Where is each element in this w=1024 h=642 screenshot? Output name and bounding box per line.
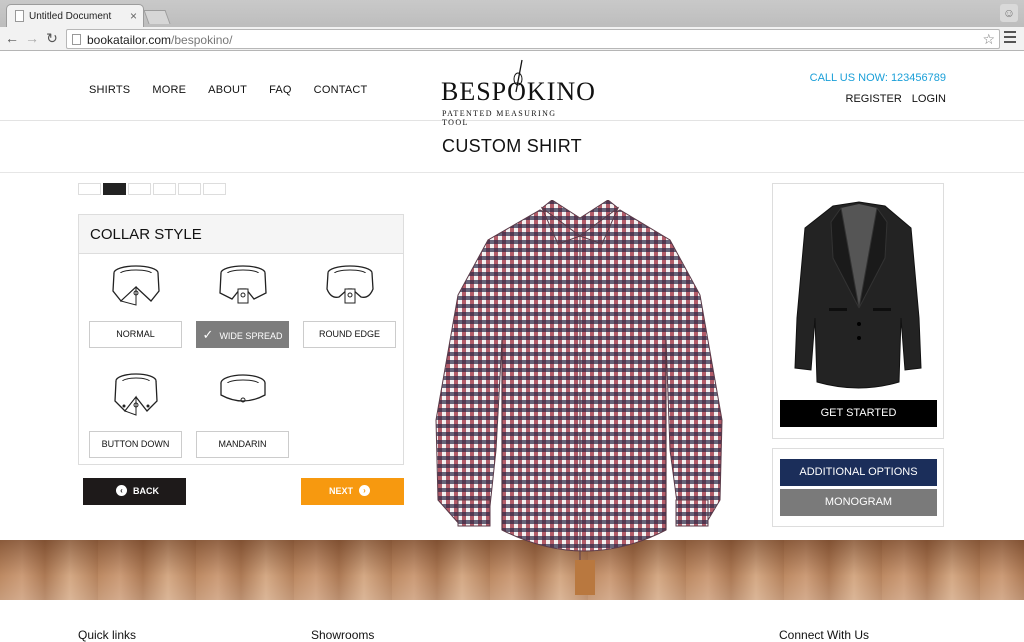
gingham-shirt-image <box>435 200 723 595</box>
back-button[interactable]: ‹ BACK <box>83 478 186 505</box>
collar-style-panel: COLLAR STYLE NORMAL ✓ WIDE SPREAD ROUND … <box>78 214 404 465</box>
reload-icon[interactable]: ↻ <box>44 30 60 46</box>
step-1[interactable] <box>78 183 101 195</box>
monogram-button[interactable]: MONOGRAM <box>780 489 937 516</box>
main-nav: SHIRTS MORE ABOUT FAQ CONTACT <box>89 84 389 96</box>
step-4[interactable] <box>153 183 176 195</box>
new-tab-button[interactable] <box>143 10 171 24</box>
jacket-card: GET STARTED <box>772 183 944 439</box>
browser-toolbar: ← → ↻ bookatailor.com/bespokino/ ☆ <box>0 27 1024 51</box>
collar-option-mandarin[interactable]: MANDARIN <box>196 371 289 461</box>
round-edge-collar-icon <box>326 265 374 304</box>
profile-icon[interactable]: ☺ <box>1000 4 1018 22</box>
collar-option-wide-spread[interactable]: ✓ WIDE SPREAD <box>196 263 289 349</box>
collar-option-normal[interactable]: NORMAL <box>89 263 182 349</box>
login-link[interactable]: LOGIN <box>912 93 946 105</box>
site-header: SHIRTS MORE ABOUT FAQ CONTACT BESPOKINO … <box>0 51 1024 127</box>
chevron-right-icon: › <box>359 485 370 497</box>
url-text: bookatailor.com/bespokino/ <box>87 33 233 47</box>
collar-label-mandarin[interactable]: MANDARIN <box>196 431 289 458</box>
nav-more[interactable]: MORE <box>152 84 186 96</box>
button-down-collar-icon <box>114 373 158 416</box>
step-6[interactable] <box>203 183 226 195</box>
browser-tab[interactable]: Untitled Document × <box>6 4 144 28</box>
address-bar[interactable]: bookatailor.com/bespokino/ ☆ <box>66 29 1000 49</box>
nav-about[interactable]: ABOUT <box>208 84 247 96</box>
step-indicator <box>78 183 226 195</box>
checkmark-icon: ✓ <box>202 327 214 342</box>
chevron-left-icon: ‹ <box>116 485 127 497</box>
call-us-link[interactable]: CALL US NOW: 123456789 <box>810 72 946 84</box>
forward-arrow-icon[interactable]: → <box>24 30 40 46</box>
document-icon <box>15 10 24 22</box>
collar-style-heading: COLLAR STYLE <box>79 215 403 254</box>
black-jacket-image <box>794 201 922 389</box>
page-icon <box>72 34 81 45</box>
step-5[interactable] <box>178 183 201 195</box>
browser-tab-bar: Untitled Document × ☺ <box>0 0 1024 28</box>
collar-label-normal[interactable]: NORMAL <box>89 321 182 348</box>
page-title: CUSTOM SHIRT <box>0 121 1024 173</box>
collar-label-button-down[interactable]: BUTTON DOWN <box>89 431 182 458</box>
logo[interactable]: BESPOKINO PATENTED MEASURING TOOL <box>441 59 595 127</box>
nav-faq[interactable]: FAQ <box>269 84 292 96</box>
nav-contact[interactable]: CONTACT <box>314 84 368 96</box>
collar-label-round-edge[interactable]: ROUND EDGE <box>303 321 396 348</box>
register-link[interactable]: REGISTER <box>846 93 902 105</box>
collar-option-round-edge[interactable]: ROUND EDGE <box>303 263 396 349</box>
bookmark-star-icon[interactable]: ☆ <box>982 31 995 48</box>
back-arrow-icon[interactable]: ← <box>4 30 20 46</box>
wide-spread-collar-icon <box>219 265 267 304</box>
tab-close-icon[interactable]: × <box>130 9 137 23</box>
normal-collar-icon <box>112 265 160 306</box>
mandarin-collar-icon <box>220 374 266 403</box>
next-button[interactable]: NEXT › <box>301 478 404 505</box>
collar-option-button-down[interactable]: BUTTON DOWN <box>89 371 182 461</box>
collar-label-wide-spread[interactable]: ✓ WIDE SPREAD <box>196 321 289 348</box>
account-links: REGISTER LOGIN <box>846 93 946 105</box>
options-card: ADDITIONAL OPTIONS MONOGRAM <box>772 448 944 527</box>
shirt-preview <box>430 200 730 595</box>
step-2[interactable] <box>103 183 126 195</box>
tab-title: Untitled Document <box>29 11 112 22</box>
get-started-button[interactable]: GET STARTED <box>780 400 937 427</box>
additional-options-button[interactable]: ADDITIONAL OPTIONS <box>780 459 937 486</box>
browser-menu-icon[interactable] <box>1004 31 1016 46</box>
logo-wordmark: BESPOKINO <box>441 77 596 106</box>
step-3[interactable] <box>128 183 151 195</box>
nav-shirts[interactable]: SHIRTS <box>89 84 130 96</box>
